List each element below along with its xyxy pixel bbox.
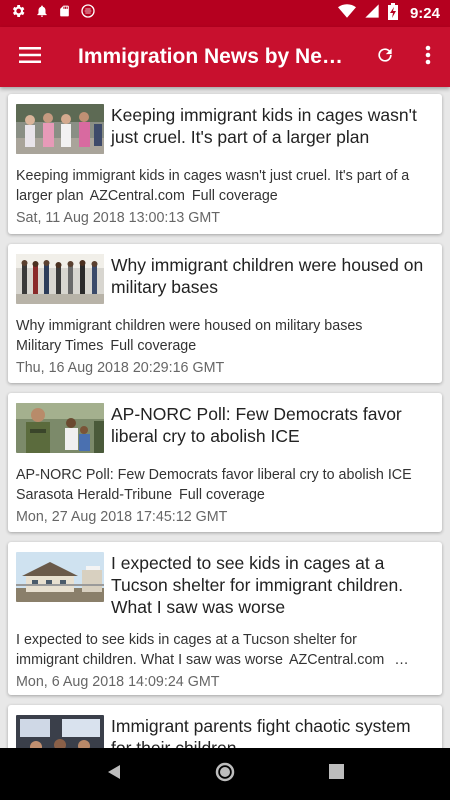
news-feed[interactable]: Keeping immigrant kids in cages wasn't j… [0, 87, 450, 748]
refresh-icon [375, 45, 395, 70]
article-summary: AP-NORC Poll: Few Democrats favor libera… [16, 465, 434, 505]
article-header: Keeping immigrant kids in cages wasn't j… [16, 104, 434, 154]
menu-button[interactable] [0, 27, 60, 87]
full-coverage-link[interactable]: Full coverage [110, 338, 196, 354]
article-summary: Keeping immigrant kids in cages wasn't j… [16, 166, 434, 206]
recents-button[interactable] [328, 764, 344, 784]
article-header: Immigrant parents fight chaotic system f… [16, 715, 434, 748]
article-header: AP-NORC Poll: Few Democrats favor libera… [16, 403, 434, 453]
article-date: Mon, 6 Aug 2018 14:09:24 GMT [16, 674, 220, 690]
article-thumbnail [16, 104, 104, 154]
article-thumbnail [16, 403, 104, 453]
sync-circle-icon [80, 3, 96, 24]
full-coverage-link[interactable]: Full coverage [192, 188, 278, 204]
article-header: I expected to see kids in cages at a Tuc… [16, 552, 434, 618]
app-bar: Immigration News by Ne… [0, 27, 450, 87]
article-thumbnail [16, 715, 104, 748]
refresh-button[interactable] [362, 27, 408, 87]
status-right-icons: 9:24 [337, 2, 440, 25]
article-source[interactable]: AZCentral.com [289, 652, 384, 668]
more-vert-icon [425, 45, 431, 70]
article-card[interactable]: AP-NORC Poll: Few Democrats favor libera… [8, 393, 442, 532]
article-summary-text-line-2: immigrant children. What I saw was worse [16, 652, 283, 668]
article-date: Sat, 11 Aug 2018 13:00:13 GMT [16, 210, 221, 226]
system-nav-bar [0, 748, 450, 800]
home-icon [214, 762, 236, 787]
wifi-icon [337, 3, 356, 24]
full-coverage-link[interactable]: Full coverage [179, 487, 265, 503]
article-date: Mon, 27 Aug 2018 17:45:12 GMT [16, 509, 228, 525]
status-time: 9:24 [409, 5, 440, 22]
more-options-button[interactable] [408, 27, 448, 87]
article-card[interactable]: Immigrant parents fight chaotic system f… [8, 705, 442, 748]
article-headline[interactable]: Why immigrant children were housed on mi… [111, 254, 434, 298]
article-header: Why immigrant children were housed on mi… [16, 254, 434, 304]
back-icon [106, 764, 122, 784]
article-card[interactable]: I expected to see kids in cages at a Tuc… [8, 542, 442, 695]
article-thumbnail [16, 552, 104, 602]
article-card[interactable]: Keeping immigrant kids in cages wasn't j… [8, 94, 442, 234]
article-summary: I expected to see kids in cages at a Tuc… [16, 630, 434, 670]
battery-charging-icon [387, 2, 398, 25]
app-title: Immigration News by Ne… [78, 45, 343, 68]
article-summary: Why immigrant children were housed on mi… [16, 316, 434, 356]
article-source[interactable]: Sarasota Herald-Tribune [16, 487, 172, 503]
article-date: Thu, 16 Aug 2018 20:29:16 GMT [16, 360, 225, 376]
article-card[interactable]: Why immigrant children were housed on mi… [8, 244, 442, 383]
article-summary-text: Why immigrant children were housed on mi… [16, 318, 363, 334]
article-source[interactable]: Military Times [16, 338, 103, 354]
sd-card-icon [58, 3, 71, 24]
home-button[interactable] [214, 761, 236, 788]
notification-bell-icon [35, 3, 49, 24]
article-summary-text-line-1: I expected to see kids in cages at a Tuc… [16, 632, 357, 648]
gear-icon [10, 3, 26, 24]
signal-icon [364, 3, 380, 24]
article-headline[interactable]: Keeping immigrant kids in cages wasn't j… [111, 104, 434, 148]
article-summary-text: AP-NORC Poll: Few Democrats favor libera… [16, 467, 412, 483]
article-headline[interactable]: I expected to see kids in cages at a Tuc… [111, 552, 434, 618]
status-left-icons [10, 3, 96, 24]
article-headline[interactable]: AP-NORC Poll: Few Democrats favor libera… [111, 403, 434, 447]
back-button[interactable] [106, 764, 122, 785]
article-thumbnail [16, 254, 104, 304]
status-bar: 9:24 [0, 0, 450, 27]
article-headline[interactable]: Immigrant parents fight chaotic system f… [111, 715, 434, 748]
article-source[interactable]: AZCentral.com [90, 188, 185, 204]
recents-icon [328, 764, 344, 783]
full-coverage-link[interactable]: … [394, 652, 408, 668]
menu-icon [19, 46, 41, 68]
